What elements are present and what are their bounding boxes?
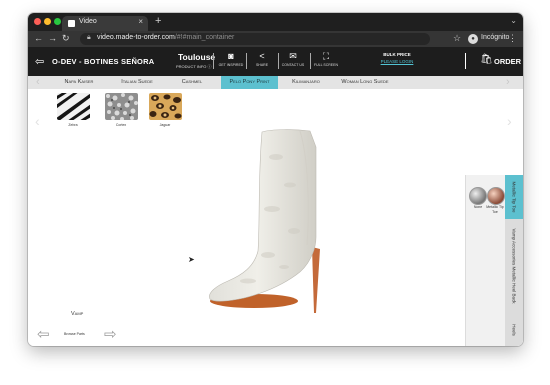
material-napa-kaiser[interactable]: Napa Kaiser bbox=[54, 76, 104, 89]
next-part-arrow-icon[interactable]: ⇨ bbox=[104, 325, 117, 343]
browser-window: Video × + ⌄ ← → ↻ 🔒︎ video.made-to-order… bbox=[28, 13, 523, 346]
cortex-pattern-image bbox=[105, 93, 138, 120]
jaguar-pattern-image bbox=[149, 93, 182, 120]
mouse-cursor-icon: ➤ bbox=[188, 255, 195, 264]
tab-close-icon[interactable]: × bbox=[138, 17, 143, 26]
tab-metallic-tip-toe[interactable]: Metallic Tip Toe bbox=[505, 175, 523, 219]
tab-vamp-accessories[interactable]: Vamp Accessories Metallic Heel Back bbox=[505, 219, 523, 313]
bookmark-star-icon[interactable]: ☆ bbox=[453, 33, 461, 44]
swatch-prev-chevron-icon[interactable]: ‹ bbox=[35, 113, 40, 129]
browser-tab[interactable]: Video × bbox=[62, 16, 148, 31]
get-inspired-button[interactable]: ◙ GET INSPIRED bbox=[216, 50, 246, 74]
fullscreen-icon: ⛶ bbox=[322, 51, 330, 61]
order-button[interactable]: ORDER bbox=[494, 57, 521, 66]
swatch-cortex-label: Cortex bbox=[115, 123, 127, 127]
finish-metallic-tip-toe-swatch[interactable] bbox=[487, 187, 505, 205]
tab-search-chevron-icon[interactable]: ⌄ bbox=[510, 16, 517, 25]
share-icon: < bbox=[259, 51, 265, 61]
bulk-price-label: BULK PRICE bbox=[383, 52, 411, 57]
browser-menu-icon[interactable]: ⋮ bbox=[508, 33, 517, 44]
finish-none-swatch[interactable] bbox=[469, 187, 487, 205]
contact-us-label: CONTACT US bbox=[281, 63, 305, 67]
url-text: video.made-to-order.com/#!#main_containe… bbox=[97, 34, 235, 41]
exit-arrow-icon[interactable]: ⇦ bbox=[35, 55, 44, 68]
boot-3d-preview[interactable] bbox=[204, 127, 344, 317]
tab-title: Video bbox=[79, 18, 97, 25]
material-pelo-pony-print[interactable]: Pelo Pony Print bbox=[221, 76, 278, 89]
incognito-icon[interactable]: ● bbox=[468, 34, 478, 44]
site-header: ⇦ O-DEV - BOTINES SEÑORA Toulouse PRODUC… bbox=[28, 47, 523, 76]
address-bar[interactable]: 🔒︎ video.made-to-order.com/#!#main_conta… bbox=[80, 33, 430, 45]
header-divider bbox=[213, 53, 214, 69]
zoom-window-dot[interactable] bbox=[54, 18, 61, 25]
shopping-bag-icon[interactable]: 🛍︎ bbox=[480, 54, 493, 65]
product-info-link[interactable]: PRODUCT INFO ⓘ bbox=[176, 64, 212, 70]
material-italian-suede[interactable]: Italian Suede bbox=[112, 76, 162, 89]
browse-parts-label: Browse Parts bbox=[64, 332, 85, 336]
swatch-next-chevron-icon[interactable]: › bbox=[507, 113, 512, 129]
please-login-link[interactable]: PLEASE LOGIN bbox=[372, 59, 422, 64]
zebra-pattern-image bbox=[57, 93, 90, 120]
lock-icon: 🔒︎ bbox=[87, 34, 91, 41]
close-window-dot[interactable] bbox=[34, 18, 41, 25]
previous-part-arrow-icon[interactable]: ⇦ bbox=[37, 325, 50, 343]
contact-us-button[interactable]: ✉ CONTACT US bbox=[278, 50, 308, 74]
brand-title: O-DEV - BOTINES SEÑORA bbox=[52, 57, 155, 66]
forward-arrow-icon[interactable]: → bbox=[48, 33, 57, 43]
finish-metallic-tip-toe-label: Metallic Tip Toe bbox=[486, 205, 504, 214]
browser-tab-strip: Video × + ⌄ bbox=[28, 13, 523, 31]
material-woman-long-suede[interactable]: Woman Long Suede bbox=[333, 76, 397, 89]
envelope-icon: ✉ bbox=[289, 51, 297, 61]
full-screen-label: FULL SCREEN bbox=[314, 63, 338, 67]
full-screen-button[interactable]: ⛶ FULL SCREEN bbox=[311, 50, 341, 74]
incognito-label[interactable]: Incógnito bbox=[481, 34, 509, 41]
tab-heels[interactable]: Heels bbox=[505, 313, 523, 346]
current-part-label: Vamp bbox=[71, 311, 84, 317]
browser-toolbar: ← → ↻ 🔒︎ video.made-to-order.com/#!#main… bbox=[28, 31, 523, 47]
tab-vamp-accessories-label: Vamp Accessories Metallic Heel Back bbox=[511, 228, 517, 304]
reload-icon[interactable]: ↻ bbox=[62, 33, 70, 44]
swatch-zebra-label: Zebra bbox=[68, 123, 78, 127]
swatch-zebra[interactable] bbox=[57, 93, 90, 120]
back-arrow-icon[interactable]: ← bbox=[34, 33, 43, 43]
material-kilimanjaro[interactable]: Kilimanjaro bbox=[284, 76, 328, 89]
minimize-window-dot[interactable] bbox=[44, 18, 51, 25]
material-cashmel[interactable]: Cashmel bbox=[170, 76, 214, 89]
finish-options-panel: None Metallic Tip Toe bbox=[465, 175, 506, 346]
material-prev-chevron-icon[interactable]: ‹ bbox=[36, 76, 40, 89]
model-name: Toulouse bbox=[178, 52, 216, 62]
vertical-section-tabs: Metallic Tip Toe Vamp Accessories Metall… bbox=[505, 175, 523, 346]
swatch-cortex[interactable] bbox=[105, 93, 138, 120]
configurator-stage: ‹ › Zebra Cortex Jaguar ➤ Vamp ⇦ Browse … bbox=[28, 89, 523, 346]
swatch-jaguar-label: Jaguar bbox=[159, 123, 171, 127]
share-button[interactable]: < SHARE bbox=[247, 50, 277, 74]
tab-heels-label: Heels bbox=[511, 323, 517, 336]
new-tab-button[interactable]: + bbox=[155, 15, 161, 27]
tab-favicon-icon bbox=[68, 20, 75, 27]
info-icon: ⓘ bbox=[207, 64, 212, 69]
camera-icon: ◙ bbox=[228, 51, 234, 61]
tab-metallic-tip-toe-label: Metallic Tip Toe bbox=[511, 181, 517, 213]
get-inspired-label: GET INSPIRED bbox=[218, 63, 244, 67]
share-label: SHARE bbox=[255, 63, 269, 67]
swatch-jaguar[interactable] bbox=[149, 93, 182, 120]
material-next-chevron-icon[interactable]: › bbox=[506, 76, 510, 89]
material-selector-bar: ‹ Napa Kaiser Italian Suede Cashmel Pelo… bbox=[28, 76, 523, 89]
header-divider bbox=[465, 53, 466, 69]
